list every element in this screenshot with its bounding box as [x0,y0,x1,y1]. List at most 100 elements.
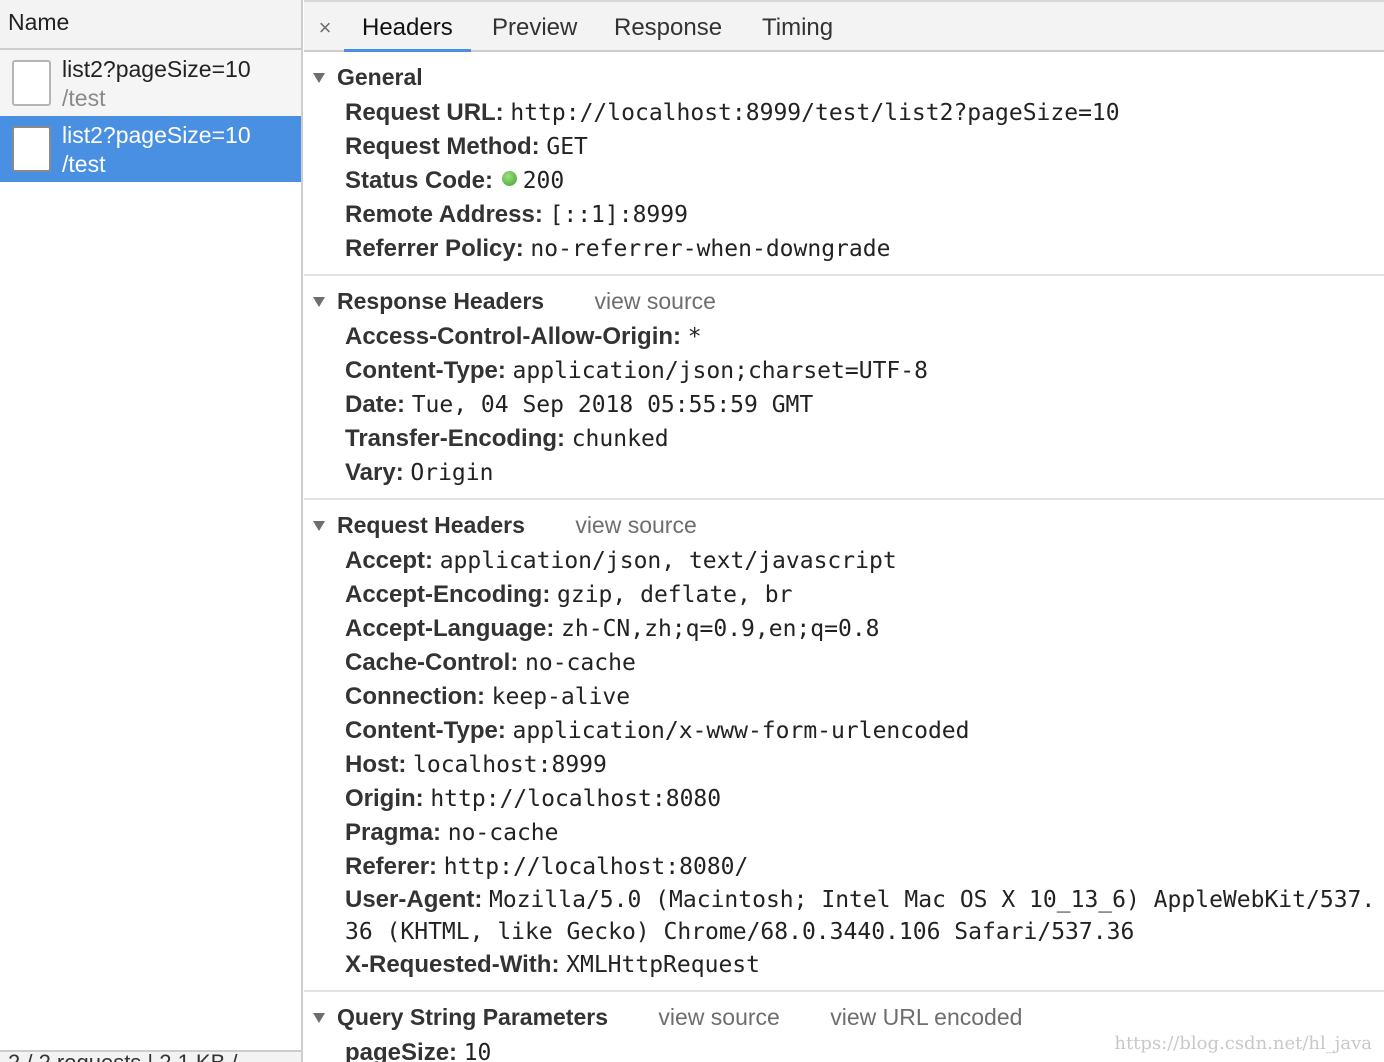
header-key: Referer: [345,853,438,880]
header-row: Origin: http://localhost:8080 [345,782,1384,816]
tab-headers[interactable]: Headers [344,2,471,52]
general-section: General Request URL: http://localhost:89… [304,52,1384,276]
request-name: list2?pageSize=10 [62,122,251,148]
header-value: zh-CN,zh;q=0.9,en;q=0.8 [561,616,880,642]
request-list-pane: Name list2?pageSize=10 /test list2?pageS… [0,0,303,1062]
header-row: Content-Type: application/x-www-form-url… [345,714,1384,748]
view-url-encoded-link[interactable]: view URL encoded [830,1004,1022,1030]
tab-response[interactable]: Response [596,2,740,52]
header-key: X-Requested-With: [345,951,560,978]
details-tab-bar: × Headers Preview Response Timing [304,0,1384,52]
view-source-link[interactable]: view source [658,1004,779,1030]
header-value: gzip, deflate, br [557,582,793,608]
document-icon [12,126,51,172]
header-key: Connection: [345,683,485,710]
header-row: Content-Type: application/json;charset=U… [345,354,1384,388]
document-icon [12,60,51,106]
header-key: Date: [345,391,406,418]
header-key: Referrer Policy: [345,235,524,262]
header-row: Referrer Policy: no-referrer-when-downgr… [345,232,1384,266]
request-details-pane: × Headers Preview Response Timing Genera… [304,0,1384,1062]
header-value: http://localhost:8999/test/list2?pageSiz… [510,100,1120,126]
header-value: localhost:8999 [413,752,607,778]
header-value: Origin [410,460,494,486]
header-row: Accept: application/json, text/javascrip… [345,544,1384,578]
header-row: Transfer-Encoding: chunked [345,422,1384,456]
section-title: General [337,64,423,90]
header-key: Cache-Control: [345,649,519,676]
header-value: application/json;charset=UTF-8 [512,358,928,384]
header-row: Date: Tue, 04 Sep 2018 05:55:59 GMT [345,388,1384,422]
section-title: Query String Parameters [337,1004,609,1030]
header-row: User-Agent: Mozilla/5.0 (Macintosh; Inte… [345,884,1384,948]
header-key: Access-Control-Allow-Origin: [345,323,682,350]
status-bar: 2 / 2 requests | 2.1 KB / ... [0,1050,301,1062]
header-key: Content-Type: [345,357,506,384]
header-row: Pragma: no-cache [345,816,1384,850]
header-row: Status Code: 200 [345,164,1384,198]
header-key: Accept-Encoding: [345,581,551,608]
header-value: * [687,324,702,350]
header-key: Vary: [345,459,404,486]
header-value: Tue, 04 Sep 2018 05:55:59 GMT [411,392,814,418]
expand-triangle-icon [313,521,325,531]
header-key: User-Agent: [345,886,483,913]
section-title: Response Headers [337,288,545,314]
header-value: keep-alive [491,684,631,710]
view-source-link[interactable]: view source [594,288,715,314]
response-headers-section: Response Headers view source Access-Cont… [304,276,1384,500]
tab-preview[interactable]: Preview [474,2,595,52]
header-value: Mozilla/5.0 (Macintosh; Intel Mac OS X 1… [345,887,1376,945]
header-value: XMLHttpRequest [566,952,760,978]
header-key: Transfer-Encoding: [345,425,566,452]
request-path: /test [62,151,106,177]
header-row: Request URL: http://localhost:8999/test/… [345,96,1384,130]
header-value: http://localhost:8080/ [443,854,749,880]
request-row[interactable]: list2?pageSize=10 /test [0,50,301,116]
header-value: application/json, text/javascript [439,548,897,574]
header-key: Origin: [345,785,424,812]
header-row: Request Method: GET [345,130,1384,164]
header-key: Accept: [345,547,434,574]
header-key: Accept-Language: [345,615,555,642]
header-value: no-referrer-when-downgrade [530,236,891,262]
param-value: 10 [463,1040,492,1062]
request-row-selected[interactable]: list2?pageSize=10 /test [0,116,301,182]
expand-triangle-icon [313,73,325,83]
header-row: Referer: http://localhost:8080/ [345,850,1384,884]
section-title: Request Headers [337,512,525,538]
request-path: /test [62,85,106,111]
status-ok-icon [501,171,517,186]
header-key: Host: [345,751,407,778]
header-value: application/x-www-form-urlencoded [512,718,970,744]
header-value: [::1]:8999 [549,202,688,228]
header-key: Status Code: [345,167,494,194]
view-source-link[interactable]: view source [575,512,696,538]
status-bar-summary: 2 / 2 requests | 2.1 KB / ... [0,1052,301,1062]
header-row: Host: localhost:8999 [345,748,1384,782]
param-key: pageSize: [345,1039,458,1062]
header-value: chunked [571,426,669,452]
header-row: Accept-Encoding: gzip, deflate, br [345,578,1384,612]
header-value: http://localhost:8080 [430,786,722,812]
header-value: 200 [522,168,565,194]
header-key: Content-Type: [345,717,506,744]
header-row: Cache-Control: no-cache [345,646,1384,680]
header-row: Accept-Language: zh-CN,zh;q=0.9,en;q=0.8 [345,612,1384,646]
watermark: https://blog.csdn.net/hl_java [1114,1033,1372,1054]
close-icon[interactable]: × [314,14,336,42]
request-headers-section-header[interactable]: Request Headers view source [304,508,1384,544]
header-key: Request URL: [345,99,504,126]
name-column-header[interactable]: Name [0,0,301,50]
general-section-header[interactable]: General [304,60,1384,96]
header-key: Pragma: [345,819,442,846]
expand-triangle-icon [313,297,325,307]
header-value: GET [546,134,588,160]
header-value: no-cache [525,650,636,676]
header-value: no-cache [447,820,559,846]
header-key: Request Method: [345,133,540,160]
header-row: Remote Address: [::1]:8999 [345,198,1384,232]
tab-timing[interactable]: Timing [744,2,851,52]
query-string-section-header[interactable]: Query String Parameters view source view… [304,1000,1384,1036]
response-headers-section-header[interactable]: Response Headers view source [304,284,1384,320]
